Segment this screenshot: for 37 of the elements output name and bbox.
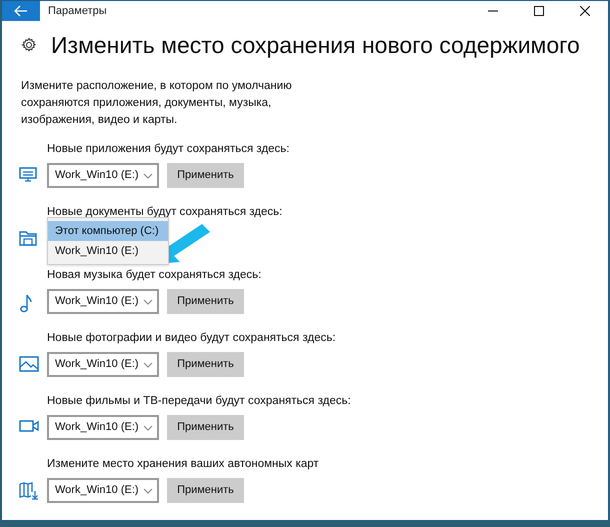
drive-dropdown[interactable]: Work_Win10 (E:) xyxy=(47,163,159,188)
chevron-down-icon xyxy=(142,362,153,368)
section-label: Новые приложения будут сохраняться здесь: xyxy=(47,142,290,156)
video-camera-icon xyxy=(19,419,39,433)
monitor-icon xyxy=(19,167,37,183)
description-text: Измените расположение, в котором по умолчанию сохраняются приложения, документы, музыка, изображения, видео и карты. xyxy=(21,79,293,128)
window-title: Параметры xyxy=(48,4,107,19)
apply-button[interactable]: Применить xyxy=(167,478,244,503)
chevron-down-icon xyxy=(142,298,153,304)
section-label: Новая музыка будет сохраняться здесь: xyxy=(47,268,262,282)
apply-button[interactable]: Применить xyxy=(167,352,244,377)
page-heading: Изменить место сохранения нового содержимого xyxy=(51,31,580,60)
apply-button[interactable]: Применить xyxy=(167,289,244,314)
dropdown-option[interactable]: Этот компьютер (C:) xyxy=(48,221,168,241)
chevron-down-icon xyxy=(142,488,153,494)
chevron-down-icon xyxy=(142,424,153,430)
back-button[interactable] xyxy=(2,1,40,21)
section-label: Новые фотографии и видео будут сохраняться здесь: xyxy=(47,331,337,345)
chevron-down-icon xyxy=(142,172,153,178)
drive-dropdown[interactable]: Work_Win10 (E:) xyxy=(47,289,159,314)
section-label: Измените место хранения ваших автономных карт xyxy=(47,457,320,471)
drive-dropdown[interactable]: Work_Win10 (E:) xyxy=(47,352,159,377)
dropdown-option[interactable]: Work_Win10 (E:) xyxy=(48,241,168,261)
section-label: Новые фильмы и ТВ-передачи будут сохраняться здесь: xyxy=(47,394,352,408)
maximize-icon xyxy=(534,6,544,16)
music-note-icon xyxy=(19,293,33,313)
picture-icon xyxy=(19,356,39,372)
settings-icon xyxy=(21,37,37,53)
folder-icon xyxy=(19,230,37,246)
apply-button[interactable]: Применить xyxy=(167,415,244,440)
back-arrow-icon xyxy=(14,5,28,17)
map-download-icon xyxy=(19,482,39,500)
apply-button[interactable]: Применить xyxy=(167,163,244,188)
drive-dropdown[interactable]: Work_Win10 (E:) xyxy=(47,478,159,503)
section-label: Новые документы будут сохраняться здесь: xyxy=(47,205,284,219)
drive-dropdown[interactable]: Work_Win10 (E:) xyxy=(47,415,159,440)
close-icon xyxy=(580,6,590,16)
